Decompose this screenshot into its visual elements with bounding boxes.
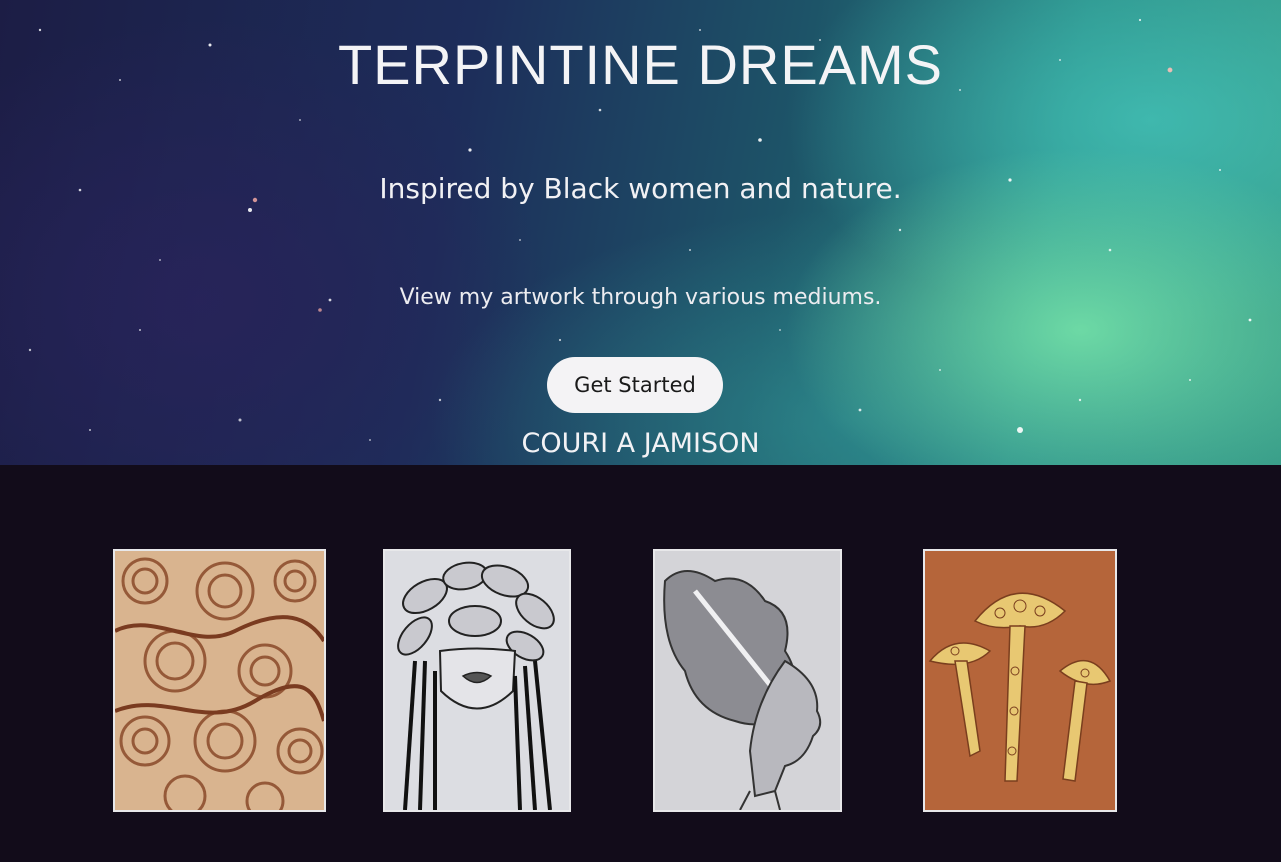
hero-section: TERPINTINE DREAMS Inspired by Black wome…: [0, 0, 1281, 465]
artwork-profile-hair-portrait[interactable]: [653, 549, 842, 812]
site-title: TERPINTINE DREAMS: [337, 33, 944, 96]
artwork-gallery: [0, 465, 1281, 862]
artwork-swirl-pattern[interactable]: [113, 549, 326, 812]
artwork-mushrooms[interactable]: [923, 549, 1117, 812]
artist-name: COURI A JAMISON: [521, 428, 760, 459]
mushrooms-artwork-icon: [925, 551, 1115, 810]
get-started-button[interactable]: Get Started: [547, 357, 723, 413]
profile-portrait-artwork-icon: [655, 551, 840, 810]
leaf-crown-portrait-artwork-icon: [385, 551, 569, 810]
artwork-leaf-crown-portrait[interactable]: [383, 549, 571, 812]
hero-description: View my artwork through various mediums.: [399, 285, 882, 310]
hero-subtitle: Inspired by Black women and nature.: [379, 172, 902, 205]
swirl-pattern-artwork-icon: [115, 551, 324, 810]
